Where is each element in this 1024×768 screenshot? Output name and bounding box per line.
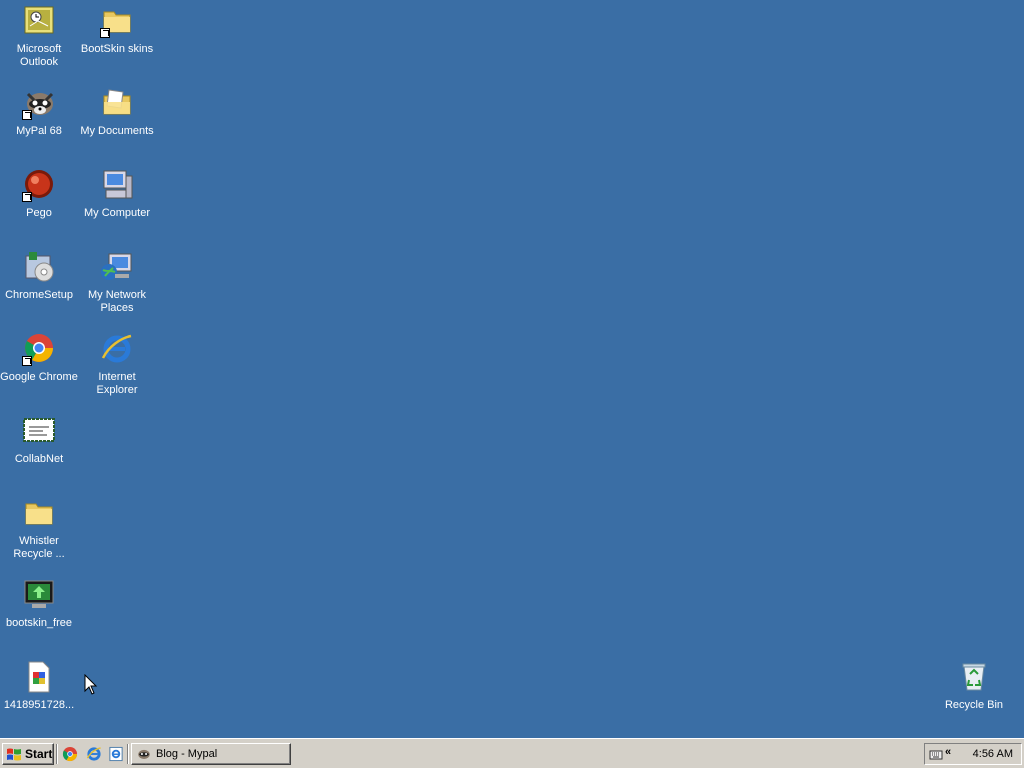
shortcut-arrow-icon <box>22 110 32 120</box>
desktop-icon-chromesetup[interactable]: ChromeSetup <box>0 250 78 302</box>
icon-label-line-2: Recycle ... <box>13 548 65 560</box>
taskbar: Start Blog - Mypal « 4:56 AM <box>0 738 1024 768</box>
ie-icon <box>100 332 134 366</box>
shortcut-arrow-icon <box>22 356 32 366</box>
icon-label: My Computer <box>83 207 151 219</box>
tray-expand-chevron[interactable]: « <box>945 746 951 758</box>
quick-launch-chrome[interactable] <box>62 746 78 762</box>
desktop[interactable]: Microsoft Outlook MyPal 68 Pego ChromeSet… <box>0 0 1024 738</box>
chrome-icon <box>22 332 56 366</box>
quick-launch-ie[interactable] <box>86 746 102 762</box>
quick-launch-ie-doc[interactable] <box>108 746 124 762</box>
icon-label-line-1: My Network <box>87 289 147 301</box>
desktop-icon-internet-explorer[interactable]: Internet Explorer <box>78 332 156 397</box>
desktop-icon-whistler-recycle[interactable]: Whistler Recycle ... <box>0 496 78 561</box>
start-button[interactable]: Start <box>2 743 54 765</box>
desktop-icon-pego[interactable]: Pego <box>0 168 78 220</box>
desktop-icon-bootskin-free[interactable]: bootskin_free <box>0 578 78 630</box>
raccoon-icon <box>22 86 56 120</box>
desktop-icon-my-documents[interactable]: My Documents <box>78 86 156 138</box>
installer-icon <box>22 250 56 284</box>
desktop-icon-microsoft-outlook[interactable]: Microsoft Outlook <box>0 4 78 69</box>
clock[interactable]: 4:56 AM <box>973 748 1013 760</box>
computer-icon <box>100 168 134 202</box>
icon-label-line-2: Outlook <box>20 56 58 68</box>
icon-label: BootSkin skins <box>80 43 154 55</box>
desktop-icon-my-computer[interactable]: My Computer <box>78 168 156 220</box>
folder-icon <box>100 4 134 38</box>
taskbar-separator <box>127 744 129 764</box>
start-label: Start <box>25 747 53 761</box>
icon-label-line-2: Explorer <box>96 384 138 396</box>
ie-icon <box>86 747 101 761</box>
keyboard-icon[interactable] <box>929 747 943 761</box>
shortcut-arrow-icon <box>100 28 110 38</box>
icon-label-line-2: Places <box>100 302 134 314</box>
desktop-icon-image-file[interactable]: 1418951728... <box>0 660 78 712</box>
windows-logo-icon <box>7 748 21 761</box>
recycle-bin-icon <box>957 660 991 694</box>
icon-label: Google Chrome <box>0 371 78 383</box>
monitor-app-icon <box>22 578 56 612</box>
mouse-cursor-icon <box>84 674 98 695</box>
icon-label: Recycle Bin <box>944 699 1004 711</box>
icon-label: My Documents <box>80 125 154 137</box>
shortcut-arrow-icon <box>22 192 32 202</box>
icon-label-line-1: Microsoft <box>16 43 62 55</box>
icon-label: Pego <box>26 207 52 219</box>
certificate-icon <box>22 414 56 448</box>
task-label: Blog - Mypal <box>156 748 218 760</box>
icon-label-line-1: Whistler <box>19 535 59 547</box>
documents-folder-icon <box>100 86 134 120</box>
ie-doc-icon <box>109 746 123 762</box>
taskbar-separator <box>56 744 58 764</box>
desktop-icon-collabnet[interactable]: CollabNet <box>0 414 78 466</box>
icon-label: MyPal 68 <box>16 125 62 137</box>
icon-label-line-1: Internet <box>98 371 136 383</box>
system-tray: « 4:56 AM <box>924 743 1022 765</box>
desktop-icon-mypal[interactable]: MyPal 68 <box>0 86 78 138</box>
network-icon <box>100 250 134 284</box>
outlook-icon <box>22 4 56 38</box>
desktop-icon-my-network-places[interactable]: My Network Places <box>78 250 156 315</box>
taskbar-button-blog-mypal[interactable]: Blog - Mypal <box>131 743 291 765</box>
chrome-icon <box>62 746 78 762</box>
desktop-icon-bootskin-skins[interactable]: BootSkin skins <box>78 4 156 56</box>
icon-label: 1418951728... <box>3 699 75 711</box>
image-file-icon <box>22 660 56 694</box>
icon-label: ChromeSetup <box>5 289 73 301</box>
folder-icon <box>22 496 56 530</box>
raccoon-icon <box>138 749 150 759</box>
icon-label: bootskin_free <box>5 617 73 629</box>
desktop-icon-recycle-bin[interactable]: Recycle Bin <box>935 660 1013 712</box>
pego-icon <box>22 168 56 202</box>
icon-label: CollabNet <box>14 453 64 465</box>
desktop-icon-google-chrome[interactable]: Google Chrome <box>0 332 78 384</box>
